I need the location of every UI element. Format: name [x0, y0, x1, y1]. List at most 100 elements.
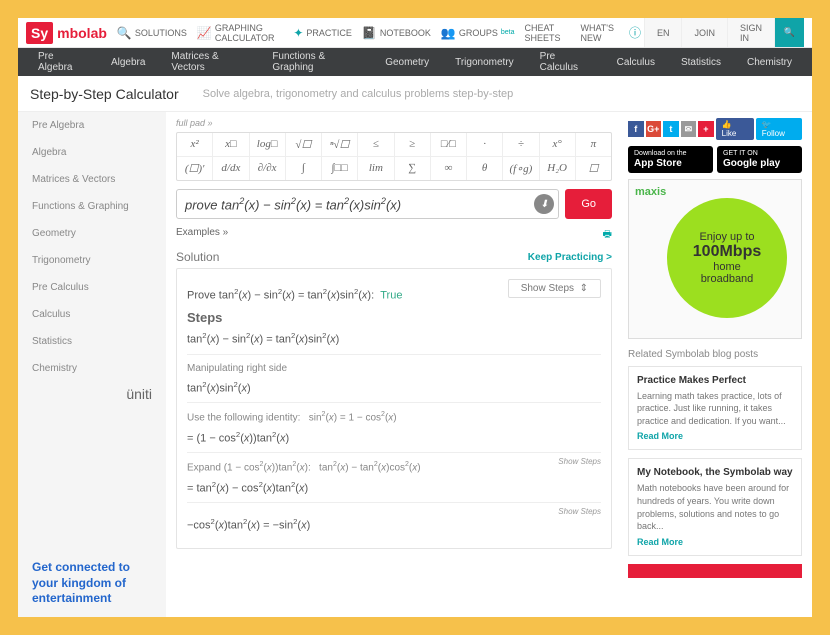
subject-item[interactable]: Matrices & Vectors — [171, 51, 246, 73]
print-icon[interactable]: 🖶 — [603, 227, 612, 244]
related-header: Related Symbolab blog posts — [628, 349, 802, 360]
blog-title: Practice Makes Perfect — [637, 375, 793, 386]
lang-button[interactable]: EN — [644, 18, 682, 47]
appstore-button[interactable]: Download on theApp Store — [628, 146, 713, 173]
keypad-key[interactable]: √☐ — [286, 133, 322, 156]
top-right: EN JOIN SIGN IN 🔍 — [644, 18, 804, 47]
search-icon[interactable]: 🔍 — [774, 18, 804, 47]
keypad-key[interactable]: x□ — [213, 133, 249, 156]
keypad-key[interactable]: ÷ — [503, 133, 539, 156]
side-ad-text[interactable]: Get connected to your kingdom of enterta… — [18, 550, 166, 617]
topnav-item[interactable]: ✦PRACTICE — [293, 26, 352, 40]
sidebar-item[interactable]: Chemistry — [18, 355, 166, 382]
sidebar-item[interactable]: Matrices & Vectors — [18, 166, 166, 193]
keypad-key[interactable]: x² — [177, 133, 213, 156]
keypad-key[interactable]: ∫□□ — [322, 157, 358, 180]
read-more-link[interactable]: Read More — [637, 537, 793, 547]
keypad-key[interactable]: ≥ — [395, 133, 431, 156]
blog-body: Math notebooks have been around for hund… — [637, 482, 793, 532]
go-button[interactable]: Go — [565, 189, 612, 219]
show-steps-sub1[interactable]: Show Steps — [558, 457, 601, 466]
subject-item[interactable]: Trigonometry — [455, 57, 514, 68]
sidebar-item[interactable]: Pre Calculus — [18, 274, 166, 301]
sidebar-item[interactable]: Statistics — [18, 328, 166, 355]
topnav-item[interactable]: ⓘ — [629, 24, 644, 41]
sidebar-item[interactable]: Functions & Graphing — [18, 193, 166, 220]
keep-practicing-link[interactable]: Keep Practicing > — [528, 252, 612, 263]
topnav-item[interactable]: CHEAT SHEETS — [524, 23, 570, 43]
subject-item[interactable]: Statistics — [681, 57, 721, 68]
keypad-key[interactable]: (☐)′ — [177, 157, 213, 180]
keypad-key[interactable]: (f∘g) — [503, 157, 539, 180]
join-button[interactable]: JOIN — [681, 18, 727, 47]
sidebar-item[interactable]: Calculus — [18, 301, 166, 328]
topnav-item[interactable]: 📈GRAPHING CALCULATOR — [197, 23, 283, 43]
keypad-key[interactable]: □⁄□ — [431, 133, 467, 156]
keypad-key[interactable]: x° — [540, 133, 576, 156]
keypad-key[interactable]: lim — [358, 157, 394, 180]
keypad-key[interactable]: · — [467, 133, 503, 156]
eq-2: tan2(x)sin2(x) — [187, 380, 601, 395]
subject-item[interactable]: Calculus — [617, 57, 655, 68]
mic-icon[interactable]: ⬇ — [534, 194, 554, 214]
page-title: Step-by-Step Calculator — [30, 86, 179, 102]
read-more-link[interactable]: Read More — [637, 431, 793, 441]
eq-1: tan2(x) − sin2(x) = tan2(x)sin2(x) — [187, 331, 601, 346]
show-steps-button[interactable]: Show Steps ⇕ — [508, 279, 601, 298]
solution-header: Solution — [176, 250, 219, 264]
keypad-key[interactable]: ≤ — [358, 133, 394, 156]
keypad-key[interactable]: log□ — [250, 133, 286, 156]
subject-item[interactable]: Algebra — [111, 57, 145, 68]
sidebar-item[interactable]: Algebra — [18, 139, 166, 166]
keypad-key[interactable]: ⁿ√☐ — [322, 133, 358, 156]
topnav-item[interactable]: 📓NOTEBOOK — [362, 26, 431, 40]
sidebar: Pre AlgebraAlgebraMatrices & VectorsFunc… — [18, 112, 166, 617]
follow-button[interactable]: 🐦 Follow — [756, 118, 802, 140]
red-banner[interactable] — [628, 564, 802, 578]
page: Sy mbolab 🔍SOLUTIONS 📈GRAPHING CALCULATOR… — [18, 18, 812, 617]
googleplay-button[interactable]: GET IT ONGoogle play — [717, 146, 802, 173]
blog-post: Practice Makes PerfectLearning math take… — [628, 366, 802, 451]
keypad-key[interactable]: π — [576, 133, 611, 156]
topnav-item[interactable]: WHAT'S NEW — [580, 23, 618, 43]
keypad-key[interactable]: ∑ — [395, 157, 431, 180]
keypad-key[interactable]: ☐ — [576, 157, 611, 180]
keypad-key[interactable]: ∂/∂x — [250, 157, 286, 180]
identity-label: Use the following identity: sin2(x) = 1 … — [187, 411, 601, 423]
sidebar-item[interactable]: Geometry — [18, 220, 166, 247]
googleplus-icon[interactable]: G+ — [646, 121, 662, 137]
main: full pad » x²x□log□√☐ⁿ√☐≤≥□⁄□·÷x°π (☐)′d… — [166, 112, 622, 617]
logo-part1[interactable]: Sy — [26, 22, 53, 44]
social-row: f G+ t ✉ + 👍 Like 🐦 Follow — [628, 118, 802, 140]
topnav-item[interactable]: 👥GROUPSbeta — [441, 26, 515, 40]
examples-link[interactable]: Examples » — [176, 227, 228, 244]
full-pad-link[interactable]: full pad » — [176, 118, 612, 128]
subject-item[interactable]: Functions & Graphing — [272, 51, 359, 73]
expression-input[interactable]: prove tan2(x) − sin2(x) = tan2(x)sin2(x)… — [176, 189, 559, 219]
sidebar-item[interactable]: Pre Algebra — [18, 112, 166, 139]
ad-bubble: Enjoy up to 100Mbps home broadband — [667, 198, 787, 318]
keypad-key[interactable]: ∫ — [286, 157, 322, 180]
facebook-icon[interactable]: f — [628, 121, 644, 137]
keypad-key[interactable]: H₂O — [540, 157, 576, 180]
keypad-key[interactable]: ∞ — [431, 157, 467, 180]
keypad-key[interactable]: θ — [467, 157, 503, 180]
subject-item[interactable]: Chemistry — [747, 57, 792, 68]
keypad: x²x□log□√☐ⁿ√☐≤≥□⁄□·÷x°π (☐)′d/dx∂/∂x∫∫□□… — [176, 132, 612, 181]
subject-item[interactable]: Pre Calculus — [540, 51, 591, 73]
twitter-icon[interactable]: t — [663, 121, 679, 137]
ad-box[interactable]: maxis Enjoy up to 100Mbps home broadband — [628, 179, 802, 339]
show-steps-sub2[interactable]: Show Steps — [558, 507, 601, 516]
subject-item[interactable]: Pre Algebra — [38, 51, 85, 73]
like-button[interactable]: 👍 Like — [716, 118, 754, 140]
keypad-key[interactable]: d/dx — [213, 157, 249, 180]
page-subtitle: Solve algebra, trigonometry and calculus… — [203, 88, 514, 100]
signin-button[interactable]: SIGN IN — [727, 18, 774, 47]
mail-icon[interactable]: ✉ — [681, 121, 697, 137]
logo-part2[interactable]: mbolab — [57, 25, 107, 41]
side-ad-brand[interactable]: üniti — [18, 382, 166, 406]
plus-icon[interactable]: + — [698, 121, 714, 137]
topnav-item[interactable]: 🔍SOLUTIONS — [117, 26, 187, 40]
subject-item[interactable]: Geometry — [385, 57, 429, 68]
sidebar-item[interactable]: Trigonometry — [18, 247, 166, 274]
